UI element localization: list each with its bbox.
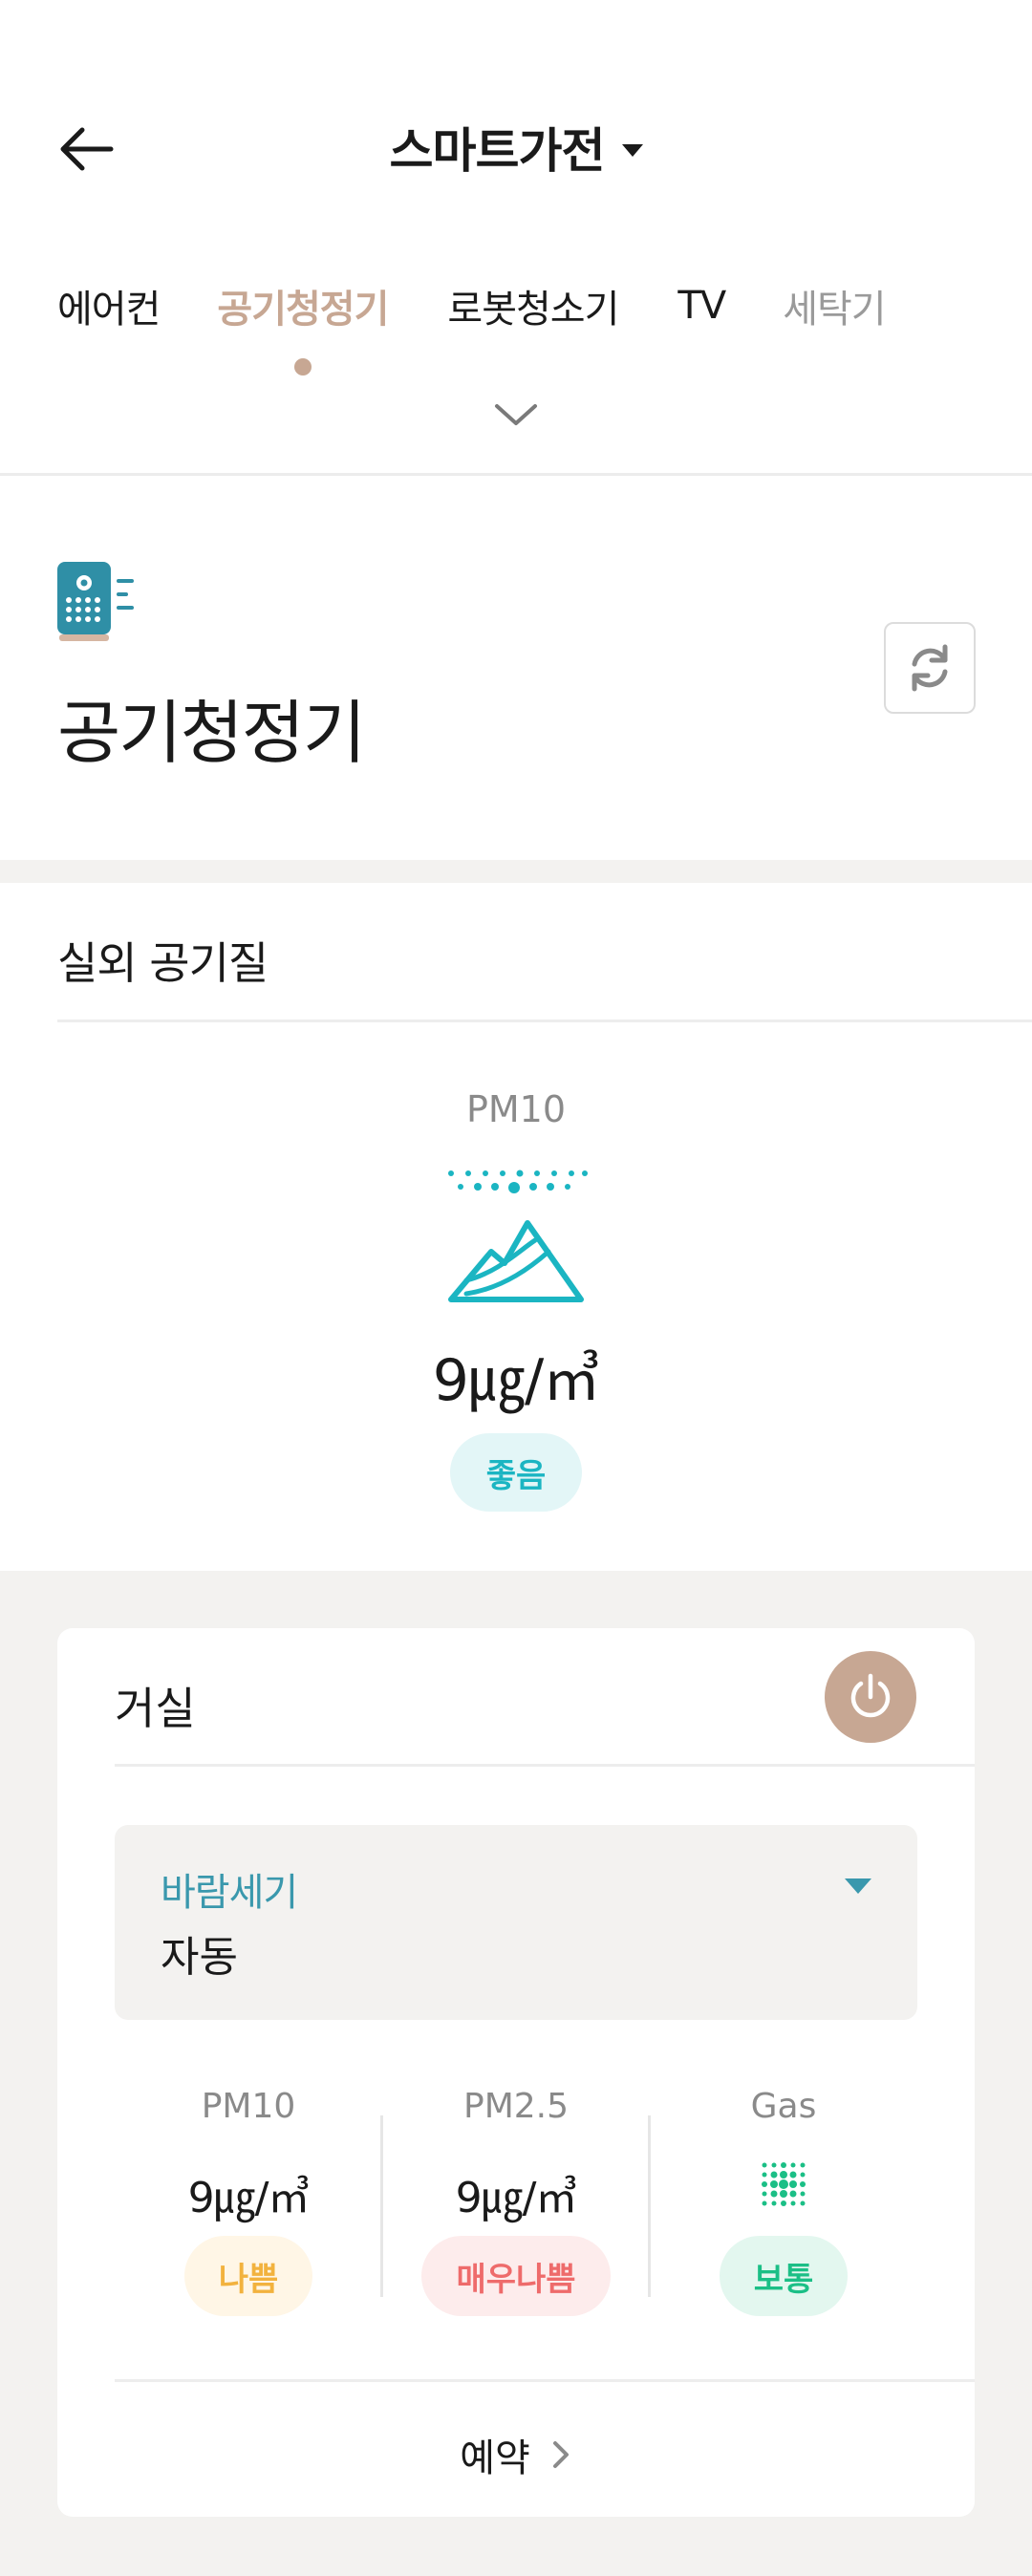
mountain-dust-icon <box>448 1170 588 1302</box>
outdoor-divider <box>57 1020 1032 1022</box>
metric-badge-wrap: 보통 <box>650 2236 917 2316</box>
air-purifier-icon <box>57 562 134 641</box>
metric-value: 9㎍/㎥ <box>115 2163 382 2224</box>
metric-number: 9 <box>455 2174 483 2222</box>
tab-robot-cleaner[interactable]: 로봇청소기 <box>447 278 619 333</box>
reserve-label: 예약 <box>460 2436 530 2480</box>
header-title-area: 스마트가전 <box>0 109 1032 185</box>
chevron-right-icon <box>552 2441 569 2468</box>
room-area: 거실 바람세기 자동 PM10 9㎍/㎥ 나쁨 PM2.5 9㎍/㎥ 매우나쁨 … <box>0 1571 1032 2576</box>
gas-dots-icon <box>762 2162 806 2206</box>
outdoor-pm-number: 9 <box>432 1347 469 1414</box>
metric-badge-wrap: 매우나쁨 <box>382 2236 650 2316</box>
wind-strength-label: 바람세기 <box>161 1871 298 1915</box>
refresh-button[interactable] <box>884 622 976 714</box>
outdoor-status-wrap: 좋음 <box>0 1433 1032 1512</box>
refresh-icon <box>912 644 948 692</box>
card-divider <box>115 2379 975 2382</box>
chevron-down-icon <box>495 404 537 425</box>
metric-label: Gas <box>750 2087 817 2126</box>
metric-pm10: PM10 9㎍/㎥ 나쁨 <box>115 2077 382 2316</box>
section-gap <box>0 860 1032 883</box>
expand-tabs-button[interactable] <box>487 394 545 436</box>
caret-down-icon <box>845 1878 871 1894</box>
metric-label: PM10 <box>201 2087 296 2126</box>
category-tabs: 에어컨 공기청정기 로봇청소기 TV 세탁기 <box>57 272 887 339</box>
room-metrics: PM10 9㎍/㎥ 나쁨 PM2.5 9㎍/㎥ 매우나쁨 Gas 보통 <box>115 2077 917 2316</box>
room-name: 거실 <box>115 1683 196 1734</box>
status-badge: 나쁨 <box>183 2236 313 2316</box>
metric-pm25: PM2.5 9㎍/㎥ 매우나쁨 <box>382 2077 650 2316</box>
wind-strength-select[interactable]: 바람세기 자동 <box>115 1825 917 2020</box>
metric-unit: ㎍/㎥ <box>213 2174 311 2222</box>
device-section: 공기청정기 <box>0 476 1032 860</box>
tab-air-purifier[interactable]: 공기청정기 <box>217 278 389 333</box>
reserve-button[interactable]: 예약 <box>57 2412 975 2498</box>
room-divider <box>115 1764 975 1767</box>
tab-washer[interactable]: 세탁기 <box>783 278 886 333</box>
metric-unit: ㎍/㎥ <box>481 2174 578 2222</box>
page-title: 스마트가전 <box>389 123 606 179</box>
room-card: 거실 바람세기 자동 PM10 9㎍/㎥ 나쁨 PM2.5 9㎍/㎥ 매우나쁨 … <box>57 1628 975 2517</box>
metric-badge-wrap: 나쁨 <box>115 2236 382 2316</box>
power-icon <box>850 1673 891 1718</box>
metric-label: PM2.5 <box>462 2087 570 2126</box>
metric-gas: Gas 보통 <box>650 2077 917 2316</box>
wind-strength-value: 자동 <box>161 1933 238 1982</box>
app-header: 스마트가전 에어컨 공기청정기 로봇청소기 TV 세탁기 <box>0 0 1032 478</box>
status-badge: 보통 <box>719 2236 849 2316</box>
tab-aircon[interactable]: 에어컨 <box>57 278 161 333</box>
status-badge: 매우나쁨 <box>421 2236 611 2316</box>
outdoor-air-section: 실외 공기질 PM10 9㎍/㎥ 좋음 <box>0 883 1032 1571</box>
device-title: 공기청정기 <box>57 693 366 773</box>
tab-tv[interactable]: TV <box>677 284 726 328</box>
power-button[interactable] <box>825 1651 916 1743</box>
outdoor-pm-value: 9㎍/㎥ <box>0 1334 1032 1417</box>
caret-down-icon <box>621 143 643 157</box>
outdoor-pm-label: PM10 <box>465 1088 567 1130</box>
category-dropdown[interactable]: 스마트가전 <box>390 113 643 182</box>
outdoor-status-badge: 좋음 <box>449 1433 583 1512</box>
outdoor-pm-unit: ㎍/㎥ <box>467 1347 600 1414</box>
metric-number: 9 <box>187 2174 215 2222</box>
metric-value: 9㎍/㎥ <box>382 2163 650 2224</box>
outdoor-air-title: 실외 공기질 <box>57 937 269 989</box>
